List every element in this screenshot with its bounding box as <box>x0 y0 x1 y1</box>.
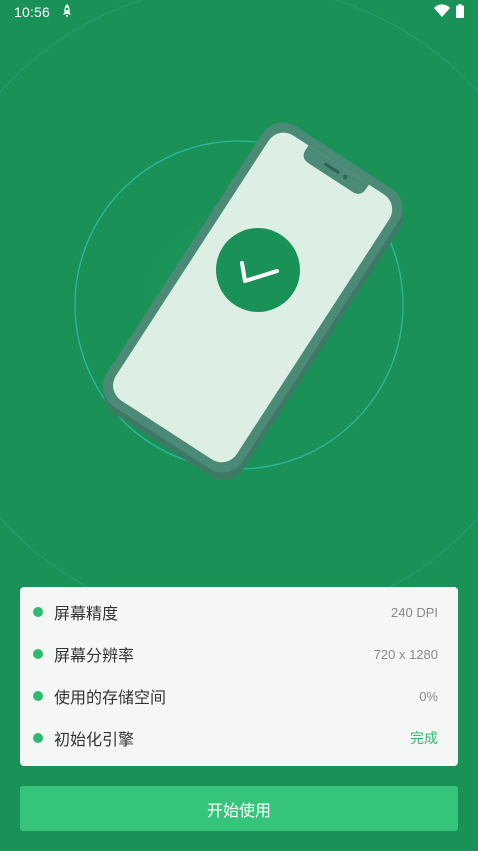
start-button[interactable]: 开始使用 <box>20 786 458 831</box>
info-value: 720 x 1280 <box>373 646 438 662</box>
status-dot <box>33 649 43 659</box>
info-value: 240 DPI <box>391 604 438 620</box>
info-row-screen-density: 屏幕精度 240 DPI <box>20 591 458 633</box>
rocket-icon <box>60 3 74 22</box>
info-label: 使用的存储空间 <box>54 688 167 707</box>
info-row-storage-used: 使用的存储空间 0% <box>20 675 458 717</box>
status-dot <box>33 691 43 701</box>
status-bar: 10:56 <box>0 0 478 24</box>
info-label: 初始化引擎 <box>54 730 135 749</box>
status-left: 10:56 <box>14 3 74 22</box>
info-row-screen-resolution: 屏幕分辨率 720 x 1280 <box>20 633 458 675</box>
info-label: 屏幕精度 <box>54 604 119 623</box>
status-right <box>434 3 464 21</box>
status-dot <box>33 607 43 617</box>
info-label: 屏幕分辨率 <box>54 646 135 665</box>
battery-icon <box>456 3 464 21</box>
status-time: 10:56 <box>14 4 51 20</box>
info-value-done: 完成 <box>410 730 438 746</box>
wifi-icon <box>434 4 450 20</box>
check-icon <box>216 228 300 312</box>
hero-illustration <box>0 0 478 626</box>
info-row-engine-init: 初始化引擎 完成 <box>20 717 458 759</box>
device-info-card: 屏幕精度 240 DPI 屏幕分辨率 720 x 1280 使用的存储空间 0%… <box>20 587 458 766</box>
status-dot <box>33 733 43 743</box>
info-value: 0% <box>419 688 438 704</box>
